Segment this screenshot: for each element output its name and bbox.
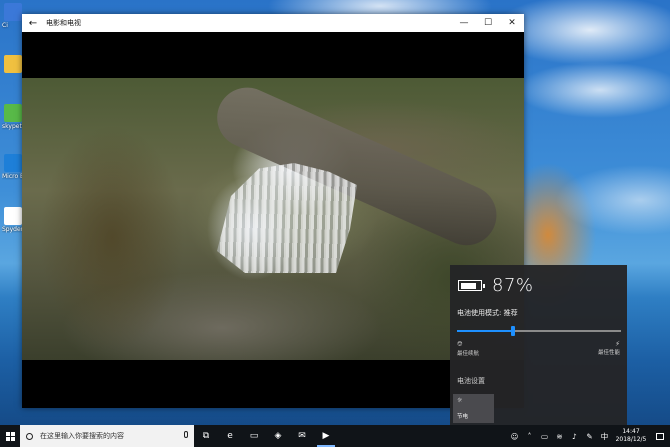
movies-tv-window[interactable]: ← 电影和电视 — ☐ ✕ — [22, 14, 524, 408]
back-arrow-icon[interactable]: ← — [22, 14, 44, 32]
windows-logo-icon — [5, 431, 15, 441]
desktop-icon-folder-2[interactable] — [2, 55, 24, 105]
pen-icon[interactable]: ✎ — [582, 425, 597, 447]
wifi-icon[interactable]: ≋ — [552, 425, 567, 447]
file-explorer-icon[interactable]: ▭ — [242, 425, 266, 447]
window-title: 电影和电视 — [46, 19, 81, 27]
close-button[interactable]: ✕ — [500, 14, 524, 32]
battery-saver-button[interactable]: ☼ 节电 — [453, 394, 494, 423]
power-mode-label: 电池使用模式: 推荐 — [457, 309, 518, 317]
best-performance-text: 最佳性能 — [597, 350, 620, 356]
clock-date: 2018/12/5 — [615, 436, 647, 443]
desktop-icon-s-image — [4, 207, 22, 225]
desktop-icon-folder-2-image — [4, 55, 22, 73]
system-tray: ☺ ˄ ▭ ≋ ♪ ✎ 中 14:47 2018/12/5 — [507, 425, 670, 447]
desktop-icon-s[interactable]: Spyder — [2, 207, 24, 257]
notification-center-icon[interactable] — [650, 425, 670, 447]
people-icon[interactable]: ☺ — [507, 425, 522, 447]
start-button[interactable] — [0, 425, 20, 447]
clock-time: 14:47 — [622, 428, 640, 435]
mail-icon[interactable]: ✉ — [290, 425, 314, 447]
battery-settings-link[interactable]: 电池设置 — [457, 376, 627, 386]
battery-flyout: 87% 电池使用模式: 推荐 ⎊ 最佳续航 ⚡ 最佳性能 电池设置 ☼ 节电 — [450, 265, 627, 425]
slider-thumb[interactable] — [510, 326, 515, 336]
desktop-icon-edge[interactable]: Micro Edge — [2, 154, 26, 204]
movies-tv-icon[interactable]: ▶ — [314, 425, 338, 447]
power-mode-slider[interactable] — [457, 326, 621, 336]
store-icon[interactable]: ◈ — [266, 425, 290, 447]
lightning-icon: ⚡ — [615, 340, 620, 348]
best-battery-label: ⎊ 最佳续航 — [457, 340, 479, 357]
search-box[interactable]: 在这里输入你要搜索的内容 — [20, 425, 194, 447]
battery-icon — [458, 280, 485, 291]
maximize-button[interactable]: ☐ — [476, 14, 500, 32]
leaf-icon: ⎊ — [457, 340, 463, 348]
best-performance-label: ⚡ 最佳性能 — [598, 340, 620, 356]
letterbox-top — [22, 32, 524, 78]
video-waterfall — [217, 163, 357, 273]
desktop-icon-folder-1-image — [4, 3, 22, 21]
battery-status: 87% — [458, 275, 627, 296]
battery-saver-icon: ☼ — [457, 397, 463, 404]
slider-endpoints: ⎊ 最佳续航 ⚡ 最佳性能 — [457, 340, 620, 362]
minimize-button[interactable]: — — [452, 14, 476, 32]
desktop-icon-skype-image — [4, 104, 22, 122]
title-bar[interactable]: ← 电影和电视 — ☐ ✕ — [22, 14, 524, 33]
best-battery-text: 最佳续航 — [457, 351, 480, 357]
battery-percent: 87% — [492, 275, 534, 296]
desktop-icon-folder-1[interactable]: Ci — [2, 3, 24, 53]
search-placeholder: 在这里输入你要搜索的内容 — [40, 432, 124, 440]
desktop-icon-edge-image — [4, 154, 22, 172]
window-controls: — ☐ ✕ — [452, 14, 524, 32]
edge-icon[interactable]: e — [218, 425, 242, 447]
battery-tray-icon[interactable]: ▭ — [537, 425, 552, 447]
microphone-icon[interactable] — [184, 431, 188, 438]
letterbox-bottom — [22, 360, 524, 408]
taskbar-apps: ⧉ e ▭ ◈ ✉ ▶ — [194, 425, 338, 447]
volume-icon[interactable]: ♪ — [567, 425, 582, 447]
slider-fill — [457, 330, 513, 332]
task-view-icon[interactable]: ⧉ — [194, 425, 218, 447]
battery-saver-label: 节电 — [457, 414, 469, 420]
video-frame[interactable] — [22, 78, 524, 360]
cortana-icon — [26, 432, 33, 440]
taskbar: 在这里输入你要搜索的内容 ⧉ e ▭ ◈ ✉ ▶ ☺ ˄ ▭ ≋ ♪ ✎ 中 14:47 2018/1… — [0, 425, 670, 447]
show-hidden-icon[interactable]: ˄ — [522, 425, 537, 447]
desktop-icon-skype[interactable]: skypetoo — [2, 104, 26, 154]
clock[interactable]: 14:47 2018/12/5 — [614, 428, 648, 444]
ime-icon[interactable]: 中 — [597, 425, 612, 447]
